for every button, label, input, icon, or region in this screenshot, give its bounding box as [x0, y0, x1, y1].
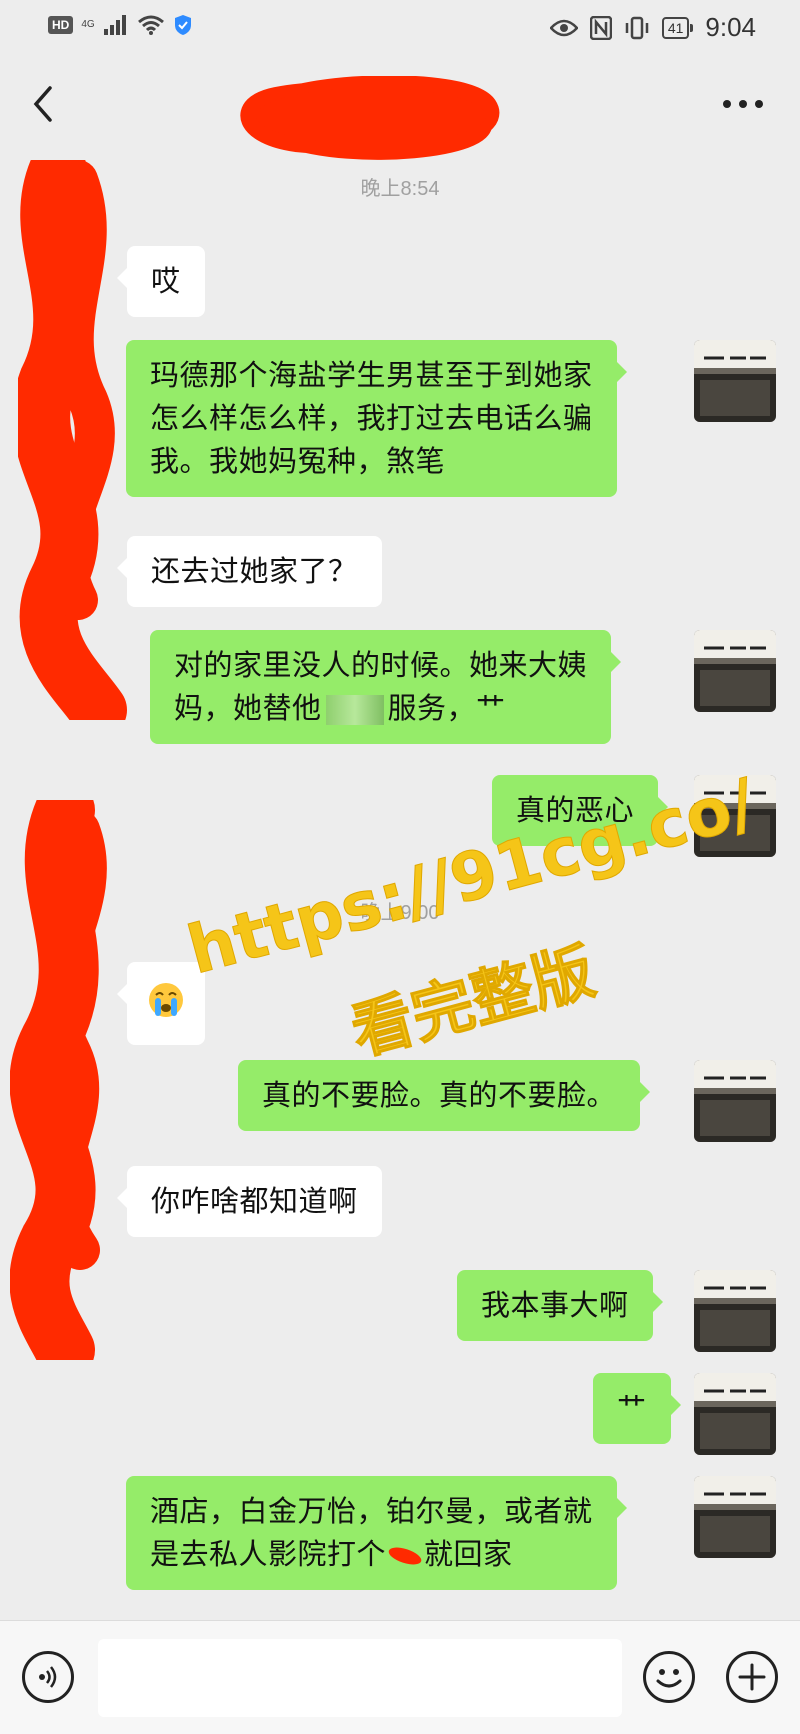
redacted-avatar: [10, 800, 107, 1360]
plus-button[interactable]: [726, 1651, 778, 1703]
message-input[interactable]: [98, 1639, 622, 1717]
message-text: 你咋啥都知道啊: [151, 1184, 358, 1218]
vibrate-icon: [625, 16, 649, 39]
status-right: 41 9:04: [549, 12, 756, 43]
message-bubble-incoming[interactable]: [117, 962, 205, 1045]
message-line: 怎么样怎么样，我打过去电话么骗: [150, 401, 593, 435]
building-photo-icon: [694, 775, 776, 857]
message-fragment: 妈，她替他: [174, 691, 322, 725]
eye-icon: [549, 19, 578, 36]
voice-icon: [39, 1666, 57, 1688]
avatar[interactable]: [694, 1476, 776, 1558]
more-dots-icon: [723, 100, 763, 108]
watermark-tagline: 看完整版: [343, 934, 603, 1070]
message-line-wrap: 妈，她替他 服务，艹: [174, 687, 587, 730]
signal-icon: [103, 15, 126, 35]
status-left: HD 4G: [48, 14, 193, 36]
message-bubble-outgoing[interactable]: 酒店，白金万怡，铂尔曼，或者就 是去私人影院打个 就回家: [126, 1476, 627, 1590]
message-text: 艹: [617, 1391, 647, 1425]
hd-badge: HD: [48, 16, 74, 34]
chat-header: [0, 56, 800, 160]
input-bar: [0, 1620, 800, 1734]
sob-emoji-icon: [149, 983, 183, 1017]
avatar[interactable]: [694, 1270, 776, 1352]
message-bubble-incoming[interactable]: 哎: [117, 246, 205, 317]
message-bubble-outgoing[interactable]: 对的家里没人的时候。她来大姨 妈，她替他 服务，艹: [150, 630, 622, 744]
message-bubble-outgoing[interactable]: 真的恶心: [492, 775, 669, 846]
redacted-avatar: [18, 160, 127, 720]
avatar[interactable]: [694, 775, 776, 857]
plus-icon: [738, 1663, 766, 1691]
building-photo-icon: [694, 1373, 776, 1455]
back-button[interactable]: [24, 84, 64, 124]
nfc-icon: [589, 15, 612, 40]
message-bubble-incoming[interactable]: 你咋啥都知道啊: [117, 1166, 382, 1237]
battery-tip: [690, 23, 694, 32]
building-photo-icon: [694, 1270, 776, 1352]
battery-level: 41: [661, 16, 690, 39]
watermark-url: https://91cg.co/: [179, 764, 764, 990]
mosaic-blur: [325, 695, 384, 725]
message-bubble-outgoing[interactable]: 我本事大啊: [457, 1270, 663, 1341]
message-text: 哎: [151, 264, 181, 298]
message-text: 真的恶心: [516, 793, 635, 827]
wifi-icon: [137, 15, 164, 35]
message-line-wrap: 是去私人影院打个 就回家: [150, 1533, 593, 1576]
voice-button[interactable]: [22, 1651, 74, 1703]
avatar[interactable]: [694, 1060, 776, 1142]
message-line: 酒店，白金万怡，铂尔曼，或者就: [150, 1494, 593, 1528]
message-bubble-outgoing[interactable]: 玛德那个海盐学生男甚至于到她家 怎么样怎么样，我打过去电话么骗 我。我她妈冤种，…: [126, 340, 627, 497]
message-bubble-outgoing[interactable]: 艹: [593, 1373, 680, 1444]
back-arrow-icon: [33, 86, 52, 122]
building-photo-icon: [694, 1476, 776, 1558]
redaction-scribble: [386, 1544, 424, 1568]
status-time: 9:04: [705, 12, 756, 42]
message-line: 对的家里没人的时候。她来大姨: [174, 648, 588, 682]
message-fragment: 就回家: [424, 1537, 513, 1571]
more-options-button[interactable]: [718, 92, 768, 116]
emoji-button[interactable]: [643, 1651, 695, 1703]
redacted-contact-name: [240, 76, 500, 160]
avatar[interactable]: [694, 1373, 776, 1455]
network-type: 4G: [81, 19, 95, 30]
building-photo-icon: [694, 340, 776, 422]
message-fragment: 服务，艹: [387, 691, 506, 725]
timestamp: 晚上9:00: [360, 902, 440, 924]
message-fragment: 是去私人影院打个: [150, 1537, 387, 1571]
building-photo-icon: [694, 1060, 776, 1142]
shield-icon: [174, 15, 191, 35]
message-bubble-incoming[interactable]: 还去过她家了？: [117, 536, 382, 607]
battery-indicator: 41: [661, 16, 694, 39]
building-photo-icon: [694, 630, 776, 712]
avatar[interactable]: [694, 630, 776, 712]
emoji-icon: [656, 1669, 682, 1688]
message-line: 我。我她妈冤种，煞笔: [150, 444, 446, 478]
message-bubble-outgoing[interactable]: 真的不要脸。真的不要脸。: [238, 1060, 651, 1131]
message-text: 我本事大啊: [481, 1288, 629, 1322]
message-text: 真的不要脸。真的不要脸。: [262, 1078, 617, 1112]
avatar[interactable]: [694, 340, 776, 422]
status-bar: HD 4G 41 9:04: [0, 0, 800, 56]
message-text: 还去过她家了？: [151, 554, 358, 588]
message-line: 玛德那个海盐学生男甚至于到她家: [150, 358, 593, 392]
